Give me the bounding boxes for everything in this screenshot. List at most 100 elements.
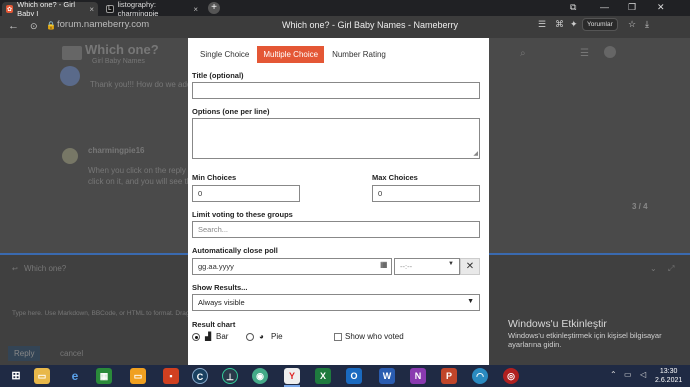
- result-chart-label: Result chart: [192, 320, 236, 329]
- yandex-browser-icon[interactable]: Y: [284, 368, 300, 384]
- show-voters-label: Show who voted: [345, 332, 404, 341]
- sheets-icon[interactable]: ▦: [96, 368, 112, 384]
- resize-grip-icon[interactable]: ◢: [473, 150, 478, 157]
- tab-multiple-choice[interactable]: Multiple Choice: [257, 46, 325, 63]
- poster-name: charmingpie16: [88, 146, 145, 155]
- nameberry-favicon-icon: ✿: [6, 5, 14, 13]
- extension-icon[interactable]: ✦: [570, 19, 578, 30]
- tab-search-icon[interactable]: ⧉: [570, 2, 576, 13]
- minimize-icon[interactable]: —: [600, 2, 609, 12]
- bar-chart-icon: ▟: [205, 332, 212, 341]
- chevron-down-icon: ▼: [467, 298, 474, 305]
- chrome-icon[interactable]: ◉: [252, 368, 268, 384]
- auto-close-label: Automatically close poll: [192, 246, 278, 255]
- ccleaner-icon[interactable]: C: [192, 368, 208, 384]
- pie-chart-icon: ◕: [259, 332, 264, 341]
- nameberry-logo: [62, 46, 82, 60]
- network-icon[interactable]: ▭: [624, 370, 632, 379]
- max-choices-input[interactable]: 0: [372, 185, 480, 202]
- topic-progress[interactable]: 3 / 4: [632, 202, 648, 211]
- poll-type-tabs: Single Choice Multiple Choice Number Rat…: [194, 46, 394, 63]
- reply-icon: ↩: [12, 266, 18, 273]
- store-icon[interactable]: ▪: [163, 368, 179, 384]
- chart-pie-radio[interactable]: [246, 333, 254, 341]
- browser-tab-active[interactable]: ✿ Which one? - Girl Baby I ×: [2, 0, 98, 18]
- browser-tab-bar: ✿ Which one? - Girl Baby I × L listograp…: [0, 0, 690, 18]
- options-textarea[interactable]: ◢: [192, 118, 480, 159]
- start-icon[interactable]: ⊞: [8, 368, 24, 384]
- post-text: click on it, and you will see th: [88, 177, 192, 186]
- post-text: Thank you!!! How do we add a: [90, 80, 199, 89]
- word-icon[interactable]: W: [379, 368, 395, 384]
- clear-date-button[interactable]: ✕: [460, 258, 480, 275]
- max-choices-label: Max Choices: [372, 173, 418, 182]
- time-dropdown-icon[interactable]: ▼: [448, 261, 454, 267]
- download-icon[interactable]: ⤓: [645, 19, 649, 30]
- minimize-composer-icon[interactable]: ⌄: [650, 264, 657, 273]
- show-voters-checkbox[interactable]: [334, 333, 342, 341]
- clock-time: 13:30: [659, 368, 678, 375]
- options-label: Options (one per line): [192, 107, 270, 116]
- menu-icon[interactable]: ☰: [580, 48, 589, 59]
- system-clock[interactable]: 13:30 2.6.2021: [655, 367, 682, 385]
- listography-favicon-icon: L: [106, 5, 114, 13]
- cancel-link[interactable]: cancel: [60, 349, 83, 358]
- tab-number-rating[interactable]: Number Rating: [326, 46, 392, 63]
- url-text[interactable]: forum.nameberry.com: [57, 19, 149, 30]
- chart-bar-label: Bar: [216, 332, 229, 341]
- edge-icon[interactable]: ◠: [472, 368, 488, 384]
- search-icon[interactable]: ⌕: [520, 48, 526, 59]
- reader-icon[interactable]: ⌘: [555, 19, 564, 30]
- powerpoint-icon[interactable]: P: [441, 368, 457, 384]
- bookmark-star-icon[interactable]: ☆: [628, 19, 636, 30]
- groups-search-input[interactable]: Search...: [192, 221, 480, 238]
- tray-expand-icon[interactable]: ⌃: [610, 370, 617, 379]
- lock-icon: 🔒: [46, 21, 56, 30]
- show-results-label: Show Results...: [192, 283, 248, 292]
- outlook-icon[interactable]: O: [346, 368, 362, 384]
- file-explorer-icon[interactable]: ▭: [34, 368, 50, 384]
- min-choices-input[interactable]: 0: [192, 185, 300, 202]
- internet-explorer-icon[interactable]: e: [67, 368, 83, 384]
- page-title: Which one? - Girl Baby Names - Nameberry: [281, 20, 459, 30]
- title-label: Title (optional): [192, 71, 244, 80]
- expand-composer-icon[interactable]: ⤢: [668, 264, 674, 274]
- show-results-value: Always visible: [198, 298, 245, 307]
- show-results-select[interactable]: Always visible ▼: [192, 294, 480, 311]
- activation-body: Windows'u etkinleştirmek için kişisel bi…: [508, 331, 662, 349]
- clock-date: 2.6.2021: [655, 377, 683, 384]
- chart-bar-radio[interactable]: [192, 333, 200, 341]
- yandex-protect-icon[interactable]: ⊙: [30, 21, 38, 32]
- chart-pie-label: Pie: [271, 332, 283, 341]
- tab-single-choice[interactable]: Single Choice: [194, 46, 255, 63]
- comments-button[interactable]: Yorumlar: [582, 18, 618, 31]
- maximize-icon[interactable]: ❐: [628, 2, 636, 13]
- media-player-icon[interactable]: ◎: [503, 368, 519, 384]
- avatar: [60, 66, 80, 86]
- topic-category: Girl Baby Names: [92, 58, 145, 65]
- topic-title: Which one?: [85, 42, 159, 57]
- close-window-icon[interactable]: ✕: [657, 2, 665, 13]
- new-tab-button[interactable]: +: [208, 2, 220, 14]
- activation-title: Windows'u Etkinleştir: [508, 318, 607, 330]
- app-icon[interactable]: ⊥: [222, 368, 238, 384]
- onenote-icon[interactable]: N: [410, 368, 426, 384]
- post-text: When you click on the reply b: [88, 166, 193, 175]
- folder-icon[interactable]: ▭: [130, 368, 146, 384]
- close-date-input[interactable]: gg.aa.yyyy: [192, 258, 392, 275]
- title-input[interactable]: [192, 82, 480, 99]
- close-tab-icon[interactable]: ×: [89, 5, 94, 14]
- avatar: [62, 148, 78, 164]
- bookmarks-icon[interactable]: ☰: [538, 19, 546, 30]
- min-choices-label: Min Choices: [192, 173, 237, 182]
- back-icon[interactable]: ←: [8, 20, 19, 32]
- calendar-icon[interactable]: ▦: [380, 260, 388, 269]
- reply-button[interactable]: Reply: [8, 346, 41, 361]
- close-tab-icon[interactable]: ×: [193, 5, 198, 14]
- browser-tab-listography[interactable]: L listography: charmingpie ×: [102, 0, 202, 18]
- volume-icon[interactable]: ◁: [640, 370, 646, 379]
- excel-icon[interactable]: X: [315, 368, 331, 384]
- poll-builder-modal: Single Choice Multiple Choice Number Rat…: [188, 38, 489, 365]
- reply-to-title: Which one?: [24, 264, 67, 273]
- user-avatar[interactable]: [604, 46, 616, 58]
